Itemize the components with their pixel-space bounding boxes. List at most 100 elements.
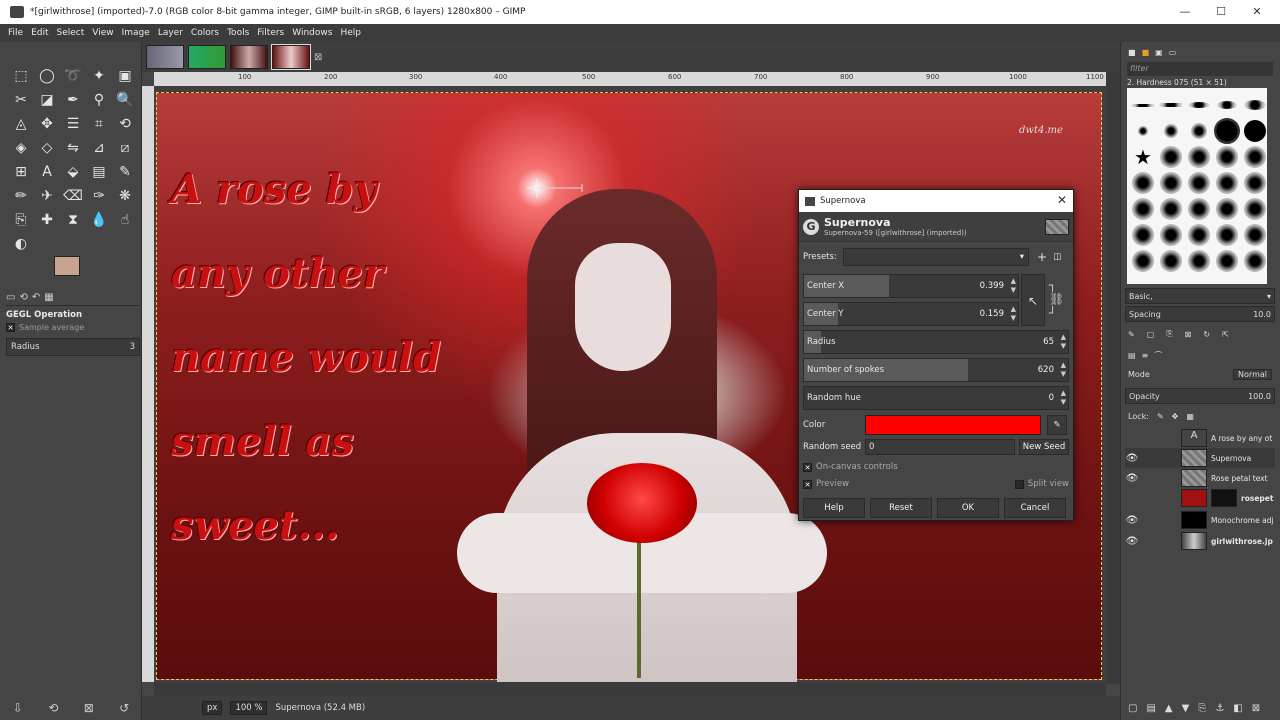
- radius-spinbox[interactable]: Radius 3: [6, 338, 140, 356]
- flip-icon[interactable]: ⇋: [60, 136, 86, 160]
- star-brush-icon[interactable]: ★: [1132, 146, 1154, 168]
- edit-brush-icon[interactable]: ✎: [1128, 330, 1135, 339]
- brush-item[interactable]: [1160, 250, 1182, 272]
- ok-button[interactable]: OK: [937, 498, 999, 518]
- foreground-select-icon[interactable]: ◪: [34, 88, 60, 112]
- maximize-icon[interactable]: ☐: [1204, 0, 1238, 24]
- brush-item[interactable]: [1132, 224, 1154, 246]
- align-icon[interactable]: ☰: [60, 112, 86, 136]
- menu-windows[interactable]: Windows: [292, 28, 332, 38]
- paths-tab-icon[interactable]: ⌒: [1154, 350, 1162, 361]
- ellipse-select-icon[interactable]: ◯: [34, 64, 60, 88]
- brush-item[interactable]: [1138, 126, 1148, 136]
- brush-preset-select[interactable]: Basic, ▾: [1125, 288, 1275, 304]
- brush-item[interactable]: [1188, 198, 1210, 220]
- color-swatches[interactable]: [54, 256, 98, 292]
- on-canvas-checkbox[interactable]: ✕: [803, 462, 812, 472]
- reset-options-icon[interactable]: ↺: [119, 701, 129, 715]
- lock-pixels-icon[interactable]: ✎: [1157, 412, 1164, 421]
- spin-arrows-icon[interactable]: ▲ ▼: [1061, 361, 1066, 379]
- color-select-icon[interactable]: ▣: [112, 64, 138, 88]
- delete-brush-icon[interactable]: ⊠: [1185, 330, 1192, 339]
- preview-checkbox[interactable]: ✕: [803, 479, 812, 489]
- duplicate-layer-icon[interactable]: ⎘: [1198, 703, 1206, 714]
- new-seed-button[interactable]: New Seed: [1019, 439, 1069, 455]
- foreground-color[interactable]: [54, 256, 80, 276]
- preset-menu-icon[interactable]: ◫: [1053, 252, 1061, 262]
- rect-select-icon[interactable]: ⬚: [8, 64, 34, 88]
- brush-grid[interactable]: ★: [1127, 88, 1267, 284]
- new-brush-icon[interactable]: ▢: [1147, 330, 1155, 339]
- brush-item[interactable]: [1244, 198, 1266, 220]
- brush-item[interactable]: [1188, 172, 1210, 194]
- fonts-tab-icon[interactable]: ▣: [1155, 48, 1163, 57]
- lock-alpha-icon[interactable]: ▦: [1186, 412, 1194, 421]
- vertical-scrollbar[interactable]: [1106, 72, 1120, 684]
- measure-icon[interactable]: ◬: [8, 112, 34, 136]
- eraser-icon[interactable]: ⌫: [60, 184, 86, 208]
- image-tab-active[interactable]: [271, 44, 311, 70]
- supernova-crosshair-icon[interactable]: [517, 173, 587, 203]
- sample-average-option[interactable]: ✕ Sample average: [6, 323, 140, 332]
- layer-row[interactable]: 👁 Monochrome adj: [1125, 510, 1275, 530]
- move-icon[interactable]: ✥: [34, 112, 60, 136]
- image-tab-1[interactable]: [146, 45, 184, 69]
- center-x-spinbox[interactable]: Center X 0.399 ▲ ▼: [803, 274, 1019, 298]
- brush-item[interactable]: [1188, 250, 1210, 272]
- bucket-fill-icon[interactable]: ⬙: [60, 160, 86, 184]
- layer-row[interactable]: A A rose by any ot: [1125, 428, 1275, 448]
- crop-icon[interactable]: ⌗: [86, 112, 112, 136]
- images-tab-icon[interactable]: ▦: [44, 292, 53, 303]
- menu-help[interactable]: Help: [340, 28, 361, 38]
- brush-item[interactable]: [1216, 146, 1238, 168]
- brush-item[interactable]: [1244, 224, 1266, 246]
- layer-row[interactable]: 👁 girlwithrose.jp: [1125, 531, 1275, 551]
- gradient-icon[interactable]: ▤: [86, 160, 112, 184]
- minimize-icon[interactable]: —: [1168, 0, 1202, 24]
- menu-filters[interactable]: Filters: [257, 28, 284, 38]
- random-seed-input[interactable]: 0: [865, 439, 1015, 455]
- sample-average-checkbox[interactable]: ✕: [6, 323, 15, 332]
- channels-tab-icon[interactable]: ≡: [1142, 351, 1149, 360]
- color-button[interactable]: [865, 415, 1041, 435]
- delete-layer-icon[interactable]: ⊠: [1252, 703, 1260, 714]
- cancel-button[interactable]: Cancel: [1004, 498, 1066, 518]
- tool-options-tab-icon[interactable]: ▭: [6, 292, 15, 303]
- eye-icon[interactable]: 👁: [1125, 473, 1139, 484]
- on-canvas-row[interactable]: ✕ On-canvas controls: [803, 460, 1069, 474]
- brush-item[interactable]: [1216, 250, 1238, 272]
- radius-spinbox[interactable]: Radius 65 ▲ ▼: [803, 330, 1069, 354]
- menu-tools[interactable]: Tools: [227, 28, 249, 38]
- cage-icon[interactable]: ◇: [34, 136, 60, 160]
- warp-transform-icon[interactable]: ◈: [8, 136, 34, 160]
- anchor-layer-icon[interactable]: ⚓: [1215, 703, 1224, 714]
- brush-item[interactable]: [1160, 224, 1182, 246]
- spin-arrows-icon[interactable]: ▲ ▼: [1061, 333, 1066, 351]
- color-picker-icon[interactable]: ✎: [1047, 415, 1067, 435]
- menu-edit[interactable]: Edit: [31, 28, 48, 38]
- brush-item[interactable]: [1160, 172, 1182, 194]
- image-tab-3[interactable]: [230, 45, 268, 69]
- save-options-icon[interactable]: ⇩: [13, 701, 23, 715]
- paths-icon[interactable]: ✒: [60, 88, 86, 112]
- menu-colors[interactable]: Colors: [191, 28, 219, 38]
- brush-item[interactable]: [1216, 224, 1238, 246]
- layer-row[interactable]: 👁 Rose petal text: [1125, 468, 1275, 488]
- fuzzy-select-icon[interactable]: ✦: [86, 64, 112, 88]
- brush-item[interactable]: [1132, 198, 1154, 220]
- smudge-icon[interactable]: ☝: [112, 208, 138, 232]
- spin-arrows-icon[interactable]: ▲ ▼: [1061, 389, 1066, 407]
- brush-item[interactable]: [1132, 250, 1154, 272]
- heal-icon[interactable]: ✚: [34, 208, 60, 232]
- mypaint-icon[interactable]: ❋: [112, 184, 138, 208]
- brush-item[interactable]: [1159, 103, 1183, 107]
- eye-icon[interactable]: 👁: [1125, 536, 1139, 547]
- brushes-tab-icon[interactable]: ■: [1128, 48, 1136, 57]
- airbrush-icon[interactable]: ✈: [34, 184, 60, 208]
- color-picker-icon[interactable]: ⚲: [86, 88, 112, 112]
- center-y-spinbox[interactable]: Center Y 0.159 ▲ ▼: [803, 302, 1019, 326]
- layers-tab-icon[interactable]: ▤: [1128, 351, 1136, 360]
- pick-coordinates-icon[interactable]: ↖: [1021, 274, 1045, 326]
- duplicate-brush-icon[interactable]: ⎘: [1166, 329, 1172, 339]
- layer-row-active[interactable]: 👁 Supernova: [1125, 448, 1275, 468]
